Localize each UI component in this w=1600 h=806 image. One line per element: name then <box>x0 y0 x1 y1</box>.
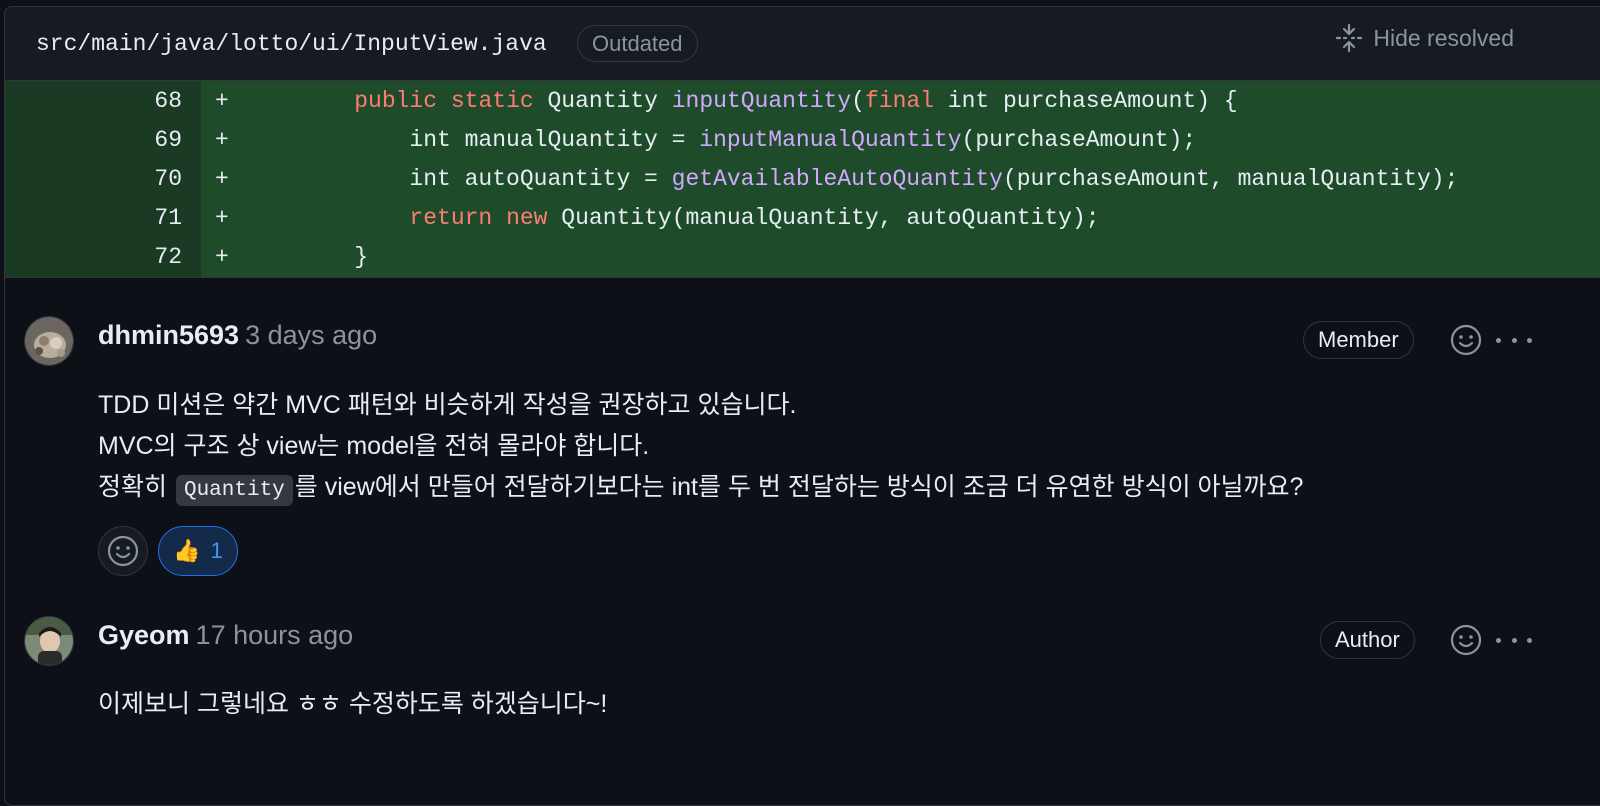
code-token: (purchaseAmount); <box>961 126 1197 153</box>
code-token: int autoQuantity = <box>409 165 672 192</box>
avatar[interactable] <box>24 316 74 366</box>
inline-code: Quantity <box>175 475 293 506</box>
addition-marker: + <box>215 244 229 271</box>
outdated-badge: Outdated <box>577 25 698 62</box>
code-keyword: new <box>506 205 548 232</box>
code-token: int purchaseAmount) { <box>933 87 1238 114</box>
diff-line: 68 + public static Quantity inputQuantity… <box>5 81 1600 121</box>
unfold-icon <box>1336 23 1363 53</box>
code-token: } <box>354 244 369 271</box>
add-reaction-button[interactable] <box>98 526 148 576</box>
diff-line: 71 + return new Quantity(manualQuantity, … <box>5 198 1600 238</box>
code-token: int manualQuantity = <box>409 126 700 153</box>
avatar-image <box>25 617 73 665</box>
timestamp[interactable]: 17 hours ago <box>196 620 354 650</box>
code-token: Quantity <box>533 87 672 114</box>
line-number[interactable]: 71 <box>5 199 201 238</box>
line-number[interactable]: 69 <box>5 120 201 159</box>
code-line: + int manualQuantity = inputManualQuanti… <box>201 120 1600 160</box>
more-options-icon[interactable] <box>1496 630 1532 650</box>
more-options-icon[interactable] <box>1496 330 1532 350</box>
smiley-icon <box>107 535 139 567</box>
code-keyword: return <box>409 205 493 232</box>
code-token: ( <box>851 87 865 114</box>
code-line: + public static Quantity inputQuantity(f… <box>201 81 1600 121</box>
diff-hunk: 68 + public static Quantity inputQuantity… <box>5 81 1600 278</box>
thumbs-up-icon: 👍 <box>173 538 201 563</box>
avatar-image <box>25 317 73 365</box>
line-number[interactable]: 70 <box>5 159 201 198</box>
diff-line: 69 + int manualQuantity = inputManualQuan… <box>5 120 1600 160</box>
diff-line: 70 + int autoQuantity = getAvailableAutoQ… <box>5 159 1600 199</box>
code-line: + return new Quantity(manualQuantity, au… <box>201 198 1600 238</box>
smiley-icon[interactable] <box>1449 323 1483 357</box>
code-keyword: public <box>354 87 438 114</box>
author-name[interactable]: dhmin5693 <box>98 320 239 350</box>
author-badge: Author <box>1320 621 1415 659</box>
code-token: Quantity(manualQuantity, autoQuantity); <box>547 205 1100 232</box>
file-path[interactable]: src/main/java/lotto/ui/InputView.java <box>36 31 547 57</box>
comment-body-line: TDD 미션은 약간 MVC 패턴와 비슷하게 작성을 권장하고 있습니다. <box>98 391 797 419</box>
comment-body-line: 이제보니 그렇네요 ㅎㅎ 수정하도록 하겠습니다~! <box>98 690 608 718</box>
comment-header: dhmin5693 3 days ago <box>98 320 377 351</box>
addition-marker: + <box>215 87 229 114</box>
avatar[interactable] <box>24 616 74 666</box>
reaction-count: 1 <box>210 538 223 563</box>
member-badge: Member <box>1303 321 1414 359</box>
line-number[interactable]: 72 <box>5 238 201 277</box>
code-function: inputQuantity <box>671 87 852 114</box>
diff-line: 72 + } <box>5 237 1600 277</box>
code-keyword: final <box>864 87 934 114</box>
addition-marker: + <box>215 165 229 192</box>
addition-marker: + <box>215 126 229 153</box>
smiley-icon[interactable] <box>1449 623 1483 657</box>
thumbs-up-reaction[interactable]: 👍 1 <box>158 526 238 576</box>
line-number[interactable]: 68 <box>5 81 201 120</box>
code-function: getAvailableAutoQuantity <box>671 165 1003 192</box>
code-line: + } <box>201 237 1600 277</box>
comment-body-line: MVC의 구조 상 view는 model을 전혀 몰라야 합니다. <box>98 432 650 460</box>
timestamp[interactable]: 3 days ago <box>245 320 377 350</box>
addition-marker: + <box>215 205 229 232</box>
hide-resolved-label: Hide resolved <box>1373 24 1514 51</box>
comment-header: Gyeom 17 hours ago <box>98 620 353 651</box>
author-name[interactable]: Gyeom <box>98 620 190 650</box>
code-token: (purchaseAmount, manualQuantity); <box>1002 165 1459 192</box>
comment-body-text: 를 view에서 만들어 전달하기보다는 int를 두 번 전달하는 방식이 조… <box>294 473 1304 501</box>
hide-resolved-button[interactable]: Hide resolved <box>1335 18 1514 58</box>
code-function: inputManualQuantity <box>699 126 962 153</box>
code-line: + int autoQuantity = getAvailableAutoQua… <box>201 159 1600 199</box>
code-keyword: static <box>450 87 534 114</box>
comment-body-text: 정확히 <box>98 473 168 501</box>
comment-body-line: 정확히 Quantity 를 view에서 만들어 전달하기보다는 int를 두 … <box>98 467 1304 506</box>
